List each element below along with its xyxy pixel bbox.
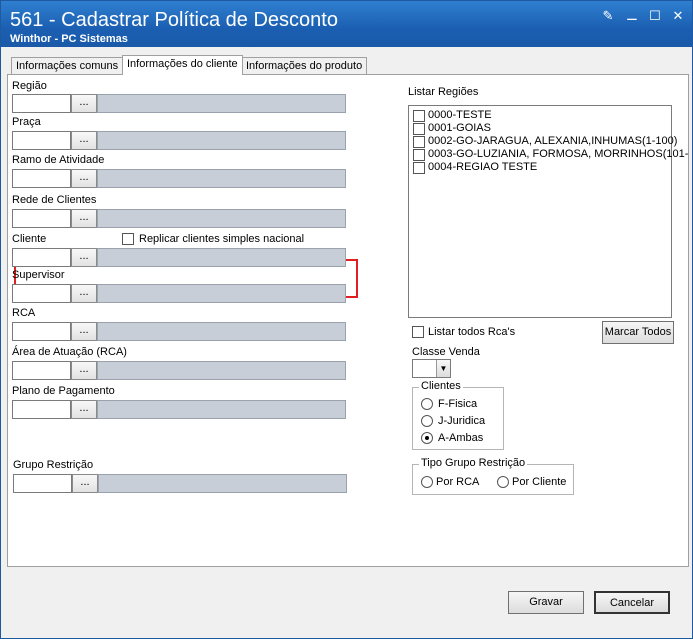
radio-ambas-label: A-Ambas [438, 432, 484, 444]
region-label: 0000-TESTE [428, 109, 492, 121]
cliente-description [97, 248, 346, 267]
rede-description [97, 209, 346, 228]
praca-description [97, 131, 346, 150]
radio-ambas[interactable] [421, 432, 433, 444]
gravar-button[interactable]: Gravar [508, 591, 584, 614]
rca-input[interactable] [12, 322, 71, 341]
classe-venda-label: Classe Venda [412, 346, 480, 358]
grupo-label: Grupo Restrição [13, 459, 94, 471]
praca-label: Praça [12, 116, 41, 128]
region-checkbox[interactable] [413, 110, 425, 122]
regiao-input[interactable] [12, 94, 71, 113]
radio-por-rca-label: Por RCA [436, 476, 480, 488]
clientes-group-title: Clientes [419, 380, 463, 392]
listar-regioes-label: Listar Regiões [408, 86, 479, 98]
radio-por-cliente[interactable] [497, 476, 509, 488]
rca-lookup-button[interactable]: ... [71, 322, 97, 341]
replicar-label: Replicar clientes simples nacional [139, 233, 305, 245]
region-checkbox[interactable] [413, 162, 425, 174]
area-label: Área de Atuação (RCA) [12, 346, 127, 358]
plano-lookup-button[interactable]: ... [71, 400, 97, 419]
clientes-group: Clientes F-Fisica J-Juridica A-Ambas [412, 380, 504, 450]
title-bar: 561 - Cadastrar Política de Desconto Win… [1, 1, 692, 47]
grupo-description [98, 474, 347, 493]
region-checkbox[interactable] [413, 136, 425, 148]
classe-venda-select[interactable]: ▼ [412, 359, 451, 378]
regiao-label: Região [12, 80, 47, 92]
supervisor-label: Supervisor [12, 269, 65, 281]
rede-label: Rede de Clientes [12, 194, 97, 206]
region-label: 0001-GOIAS [428, 122, 491, 134]
rede-input[interactable] [12, 209, 71, 228]
rca-description [97, 322, 346, 341]
supervisor-lookup-button[interactable]: ... [71, 284, 97, 303]
regiao-description [97, 94, 346, 113]
cliente-lookup-button[interactable]: ... [71, 248, 97, 267]
main-window: 561 - Cadastrar Política de Desconto Win… [0, 0, 693, 639]
grupo-input[interactable] [13, 474, 72, 493]
tab-panel-cliente: Região ... Praça ... Ramo de Atividade .… [7, 74, 689, 567]
tipo-grupo-group: Tipo Grupo Restrição Por RCA Por Cliente [412, 457, 574, 495]
window-title: 561 - Cadastrar Política de Desconto [10, 9, 338, 31]
ramo-input[interactable] [12, 169, 71, 188]
radio-juridica[interactable] [421, 415, 433, 427]
plano-description [97, 400, 346, 419]
close-icon[interactable]: ✕ [671, 9, 685, 23]
chevron-down-icon[interactable]: ▼ [436, 360, 450, 377]
ramo-lookup-button[interactable]: ... [71, 169, 97, 188]
tipo-grupo-title: Tipo Grupo Restrição [419, 457, 528, 469]
supervisor-description [97, 284, 346, 303]
listar-rcas-label: Listar todos Rca's [428, 326, 516, 338]
edit-icon[interactable]: ✎ [601, 9, 615, 23]
praca-lookup-button[interactable]: ... [71, 131, 97, 150]
radio-por-cliente-label: Por Cliente [512, 476, 567, 488]
tab-informacoes-comuns[interactable]: Informações comuns [11, 57, 124, 74]
radio-fisica[interactable] [421, 398, 433, 410]
cliente-input[interactable] [12, 248, 71, 267]
region-label: 0003-GO-LUZIANIA, FORMOSA, MORRINHOS(101… [428, 148, 689, 160]
area-input[interactable] [12, 361, 71, 380]
plano-input[interactable] [12, 400, 71, 419]
replicar-checkbox[interactable] [122, 233, 134, 245]
maximize-icon[interactable]: ☐ [648, 9, 662, 23]
area-lookup-button[interactable]: ... [71, 361, 97, 380]
window-client: Informações comuns Informações do client… [3, 47, 690, 638]
window-subtitle: Winthor - PC Sistemas [10, 33, 128, 45]
marcar-todos-button[interactable]: Marcar Todos [602, 321, 674, 344]
area-description [97, 361, 346, 380]
region-label: 0004-REGIAO TESTE [428, 161, 538, 173]
listar-rcas-checkbox[interactable] [412, 326, 424, 338]
radio-fisica-label: F-Fisica [438, 398, 478, 410]
grupo-lookup-button[interactable]: ... [72, 474, 98, 493]
cliente-label: Cliente [12, 233, 47, 245]
radio-por-rca[interactable] [421, 476, 433, 488]
supervisor-input[interactable] [12, 284, 71, 303]
praca-input[interactable] [12, 131, 71, 150]
ramo-label: Ramo de Atividade [12, 154, 105, 166]
regioes-listbox[interactable]: 0000-TESTE 0001-GOIAS 0002-GO-JARAGUA, A… [408, 105, 688, 318]
rede-lookup-button[interactable]: ... [71, 209, 97, 228]
ramo-description [97, 169, 346, 188]
regiao-lookup-button[interactable]: ... [71, 94, 97, 113]
cancelar-button[interactable]: Cancelar [594, 591, 670, 614]
minimize-icon[interactable]: ⚊ [625, 9, 639, 23]
region-label: 0002-GO-JARAGUA, ALEXANIA,INHUMAS(1-100) [428, 135, 678, 147]
tab-informacoes-produto[interactable]: Informações do produto [241, 57, 368, 74]
region-checkbox[interactable] [413, 149, 425, 161]
rca-label: RCA [12, 307, 36, 319]
plano-label: Plano de Pagamento [12, 385, 115, 397]
radio-juridica-label: J-Juridica [438, 415, 486, 427]
region-checkbox[interactable] [413, 123, 425, 135]
tab-informacoes-cliente[interactable]: Informações do cliente [122, 55, 243, 75]
